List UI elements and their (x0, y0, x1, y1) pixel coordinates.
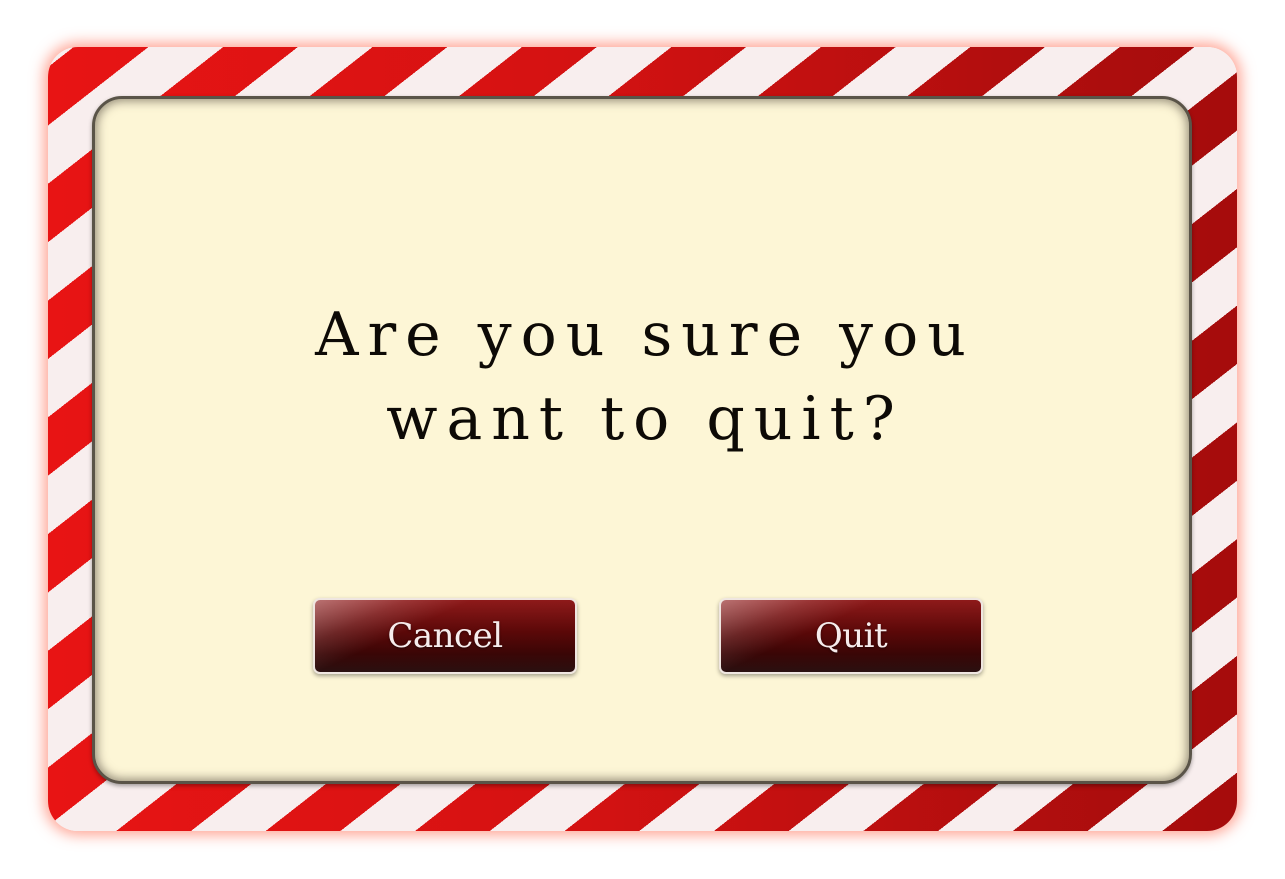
game-screen: Are you sure you want to quit? Cancel Qu… (0, 0, 1285, 879)
quit-button[interactable]: Quit (719, 598, 983, 674)
dialog-prompt-line-1: Are you sure you (315, 300, 975, 370)
quit-confirmation-dialog: Are you sure you want to quit? Cancel Qu… (92, 96, 1192, 784)
dialog-prompt-line-2: want to quit? (386, 384, 904, 454)
cancel-button[interactable]: Cancel (313, 598, 577, 674)
cancel-button-label: Cancel (387, 616, 503, 656)
quit-button-label: Quit (814, 616, 888, 656)
